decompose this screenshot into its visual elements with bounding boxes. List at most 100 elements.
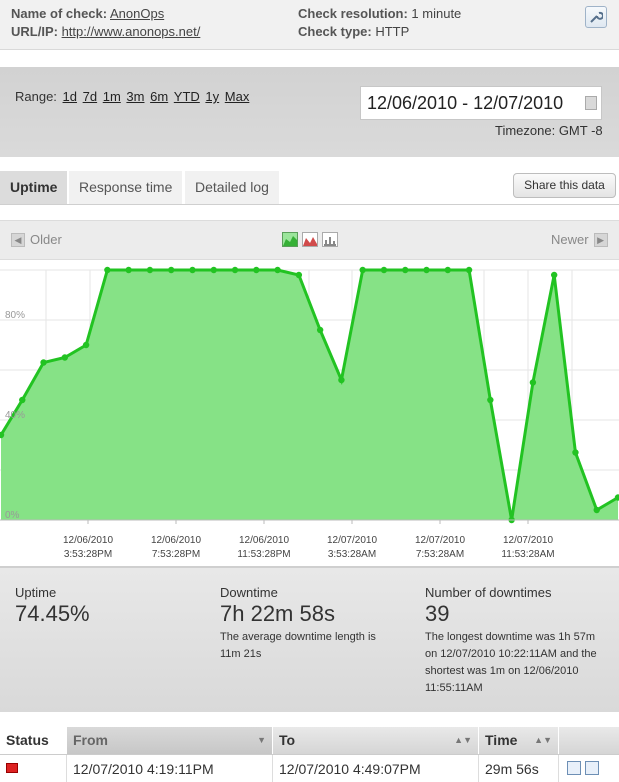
data-point: [572, 449, 579, 456]
tab-response-time[interactable]: Response time: [69, 171, 184, 204]
data-point: [274, 266, 281, 274]
share-data-button[interactable]: Share this data: [513, 173, 616, 198]
check-name-label: Name of check:: [11, 6, 108, 21]
data-point: [210, 266, 217, 274]
check-resolution-row: Check resolution: 1 minute: [298, 6, 461, 21]
line-chart-icon[interactable]: [302, 232, 318, 247]
log-details-icon[interactable]: [567, 761, 581, 775]
downtime-desc-line: The average downtime length is: [220, 631, 376, 643]
older-button[interactable]: ◀ Older: [11, 232, 62, 247]
check-name-row: Name of check: AnonOps: [11, 6, 164, 21]
timezone-label: Timezone: GMT -8: [495, 123, 603, 138]
data-point: [19, 396, 26, 404]
column-header-time[interactable]: Time ▲▼: [478, 727, 558, 754]
date-range-value: 12/06/2010 - 12/07/2010: [367, 93, 564, 113]
downtime-count-value: 39: [425, 601, 450, 626]
check-url-link[interactable]: http://www.anonops.net/: [62, 24, 201, 39]
data-point: [40, 359, 47, 366]
data-point: [104, 266, 111, 274]
x-tick-label-time: 3:53:28PM: [64, 549, 112, 560]
sort-icon: ▲▼: [534, 735, 552, 745]
area-chart-icon[interactable]: [282, 232, 298, 247]
range-option-ytd[interactable]: YTD: [174, 89, 200, 104]
data-point: [316, 326, 324, 334]
y-tick-label: 40%: [5, 410, 25, 421]
data-point: [253, 266, 260, 274]
stats-panel: Uptime 74.45% Downtime 7h 22m 58s The av…: [0, 566, 619, 712]
check-type-row: Check type: HTTP: [298, 24, 409, 39]
check-info-panel: Name of check: AnonOps URL/IP: http://ww…: [0, 0, 619, 50]
root-cause-icon[interactable]: [585, 761, 599, 775]
date-range-picker[interactable]: 12/06/2010 - 12/07/2010: [360, 86, 602, 120]
x-tick-label-time: 11:53:28PM: [237, 549, 290, 560]
x-tick-label-date: 12/06/2010: [239, 535, 289, 546]
x-tick-label-date: 12/07/2010: [327, 535, 377, 546]
range-option-1m[interactable]: 1m: [103, 89, 121, 104]
table-row: 12/07/2010 4:19:11PM 12/07/2010 4:49:07P…: [0, 754, 619, 782]
uptime-value: 74.45%: [15, 601, 90, 626]
downtime-count-label: Number of downtimes: [425, 585, 552, 600]
x-tick-label-time: 11:53:28AM: [501, 549, 554, 560]
check-resolution-label: Check resolution:: [298, 6, 408, 21]
check-url-row: URL/IP: http://www.anonops.net/: [11, 24, 200, 39]
x-tick-label-date: 12/06/2010: [63, 535, 113, 546]
data-point: [359, 266, 366, 274]
newer-button[interactable]: Newer ▶: [551, 232, 608, 247]
tab-detailed-log[interactable]: Detailed log: [185, 171, 280, 204]
downtime-count-description: The longest downtime was 1h 57m on 12/07…: [425, 629, 597, 697]
data-point: [402, 266, 409, 274]
range-panel: Range: 1d 7d 1m 3m 6m YTD 1y Max 12/06/2…: [0, 67, 619, 157]
tab-uptime[interactable]: Uptime: [0, 171, 69, 204]
column-header-status: Status: [6, 732, 49, 748]
data-point: [61, 354, 69, 361]
range-option-1y[interactable]: 1y: [205, 89, 219, 104]
check-name-value: AnonOps: [110, 6, 165, 21]
uptime-label: Uptime: [15, 585, 57, 600]
range-option-max[interactable]: Max: [225, 89, 250, 104]
older-label: Older: [30, 232, 62, 247]
column-header-actions: [558, 727, 619, 754]
data-point: [146, 266, 154, 274]
x-tick-label-time: 7:53:28PM: [152, 549, 200, 560]
column-header-from[interactable]: From ▼: [66, 727, 272, 754]
column-header-to-label: To: [279, 732, 296, 748]
time-cell: 29m 56s: [478, 755, 558, 782]
wrench-icon[interactable]: [585, 6, 607, 28]
uptime-chart: 0% 40% 80% 12/06/2010 3:53:28PM 12/06/2010 7:5…: [0, 266, 619, 560]
data-point: [82, 341, 90, 349]
downtime-label: Downtime: [220, 585, 278, 600]
sort-icon: ▲▼: [454, 735, 472, 745]
range-option-1d[interactable]: 1d: [63, 89, 77, 104]
x-tick-label-time: 3:53:28AM: [328, 549, 376, 560]
downtime-description: The average downtime length is 11m 21s: [220, 629, 376, 663]
data-point: [550, 271, 558, 279]
data-point: [168, 266, 175, 274]
data-point: [487, 396, 494, 404]
calendar-icon[interactable]: [585, 96, 597, 110]
chart-toolbar: ◀ Older Newer ▶: [0, 220, 619, 260]
range-option-6m[interactable]: 6m: [150, 89, 168, 104]
bar-chart-icon[interactable]: [322, 232, 338, 247]
check-url-label: URL/IP:: [11, 24, 58, 39]
sort-desc-icon: ▼: [257, 735, 266, 745]
range-option-3m[interactable]: 3m: [126, 89, 144, 104]
column-header-to[interactable]: To ▲▼: [272, 727, 478, 754]
downtime-desc-line: 11m 21s: [220, 648, 262, 660]
count-desc-line: The longest downtime was 1h 57m: [425, 631, 595, 643]
data-point: [338, 376, 345, 384]
range-option-7d[interactable]: 7d: [83, 89, 97, 104]
from-cell: 12/07/2010 4:19:11PM: [66, 755, 272, 782]
y-tick-label: 80%: [5, 310, 25, 321]
data-point: [423, 266, 430, 274]
newer-label: Newer: [551, 232, 589, 247]
check-type-label: Check type:: [298, 24, 372, 39]
x-tick-label-date: 12/07/2010: [415, 535, 465, 546]
data-point: [231, 266, 239, 274]
data-point: [189, 266, 196, 274]
range-selector: Range: 1d 7d 1m 3m 6m YTD 1y Max: [15, 89, 249, 104]
column-header-from-label: From: [73, 732, 108, 748]
actions-cell: [558, 755, 619, 782]
data-point: [125, 266, 132, 274]
column-header-time-label: Time: [485, 732, 518, 748]
table-header: Status From ▼ To ▲▼ Time ▲▼: [0, 727, 619, 754]
